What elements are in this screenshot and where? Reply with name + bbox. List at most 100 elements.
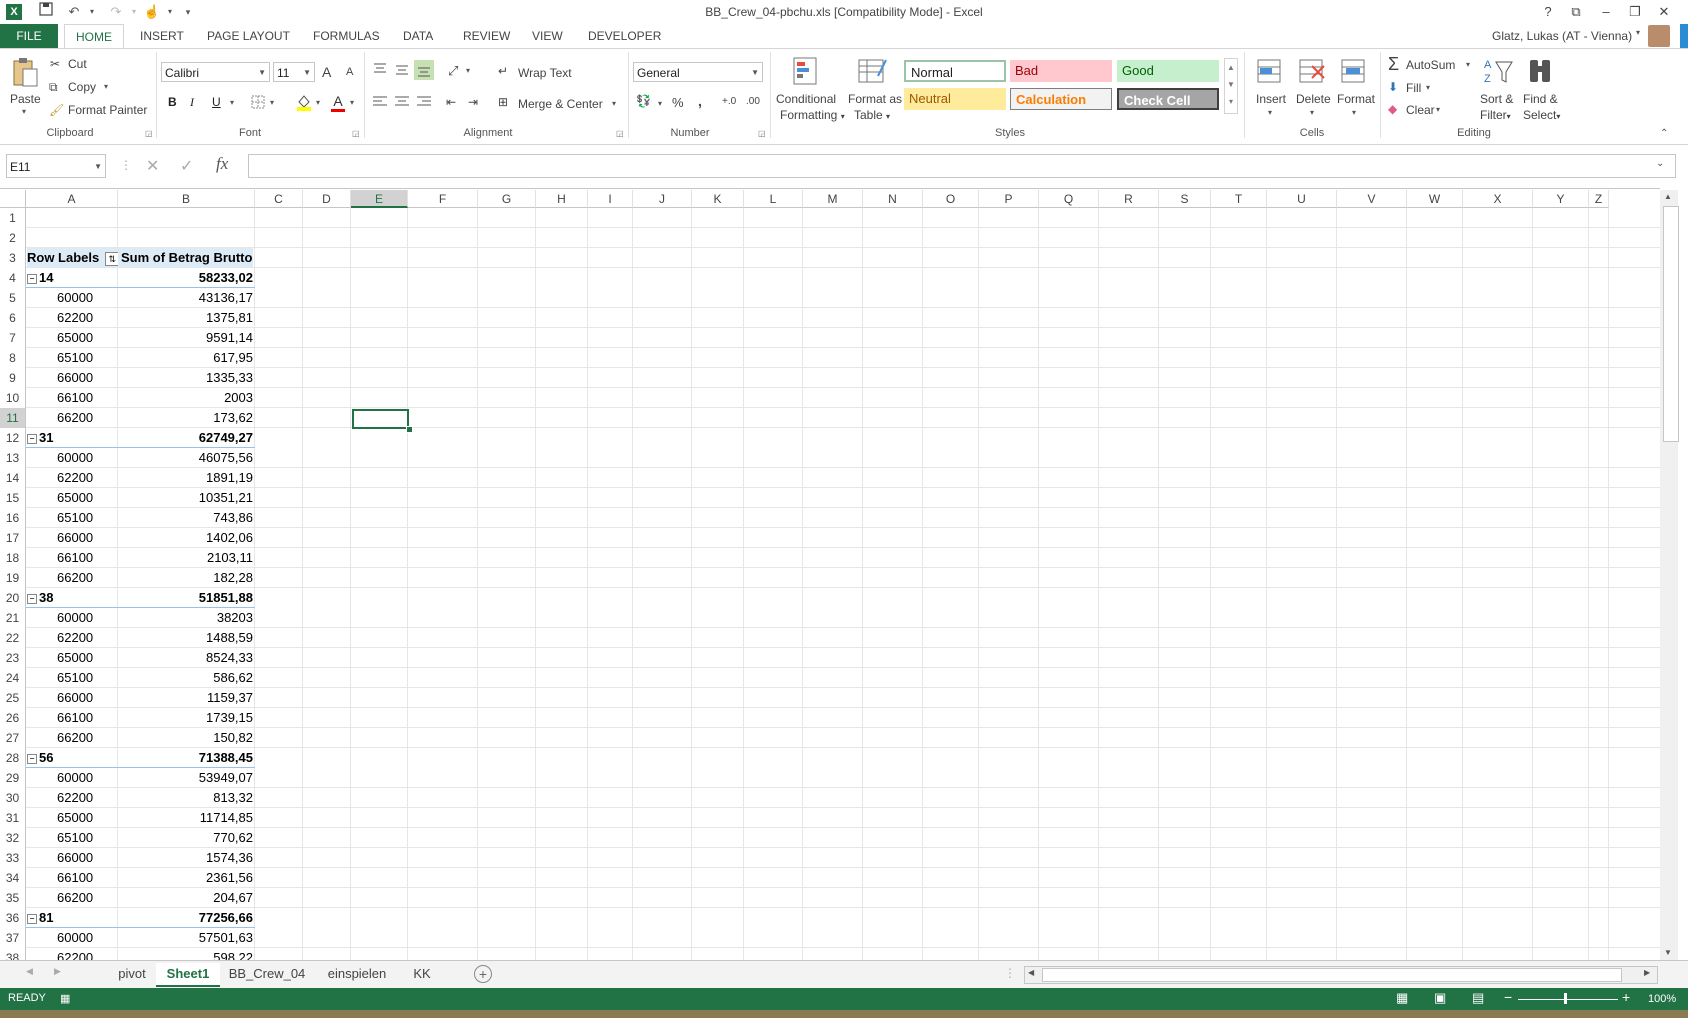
align-left-icon[interactable]: [372, 95, 388, 112]
column-header[interactable]: N: [863, 190, 923, 208]
cell-a[interactable]: −31: [27, 428, 117, 448]
tab-review[interactable]: REVIEW: [463, 24, 510, 48]
sheet-scroll-left-icon[interactable]: ◀: [26, 966, 33, 977]
orientation-dropdown-icon[interactable]: ▾: [466, 66, 470, 75]
tab-home[interactable]: HOME: [64, 24, 124, 50]
merge-center-button[interactable]: Merge & Center: [518, 97, 603, 111]
borders-dropdown-icon[interactable]: ▾: [270, 98, 274, 107]
cell-a[interactable]: 62200: [27, 788, 117, 808]
close-button[interactable]: ✕: [1650, 0, 1678, 24]
fill-handle[interactable]: [406, 426, 413, 433]
collapse-toggle-icon[interactable]: −: [27, 914, 37, 924]
zoom-slider[interactable]: [1518, 999, 1618, 1000]
clipboard-launcher-icon[interactable]: ◲: [145, 129, 153, 138]
row-header[interactable]: 30: [0, 788, 26, 808]
customize-qat-icon[interactable]: ▾: [178, 2, 198, 22]
scroll-down-icon[interactable]: ▼: [1664, 948, 1672, 957]
font-name-dropdown-icon[interactable]: ▼: [258, 63, 266, 83]
column-header[interactable]: I: [588, 190, 633, 208]
tab-split-grip-icon[interactable]: ⋮: [1004, 966, 1016, 980]
format-painter-button[interactable]: Format Painter: [68, 103, 147, 117]
sheet-scroll-right-icon[interactable]: ▶: [54, 966, 61, 977]
column-header[interactable]: E: [351, 190, 408, 208]
cell-b[interactable]: 10351,21: [118, 488, 253, 508]
avatar[interactable]: [1648, 25, 1670, 47]
cell-a[interactable]: 62200: [27, 308, 117, 328]
row-header[interactable]: 36: [0, 908, 26, 928]
macro-record-icon[interactable]: ▦: [60, 992, 70, 1005]
cell-b[interactable]: 1739,15: [118, 708, 253, 728]
cell-a[interactable]: −38: [27, 588, 117, 608]
row-header[interactable]: 24: [0, 668, 26, 688]
row-header[interactable]: 23: [0, 648, 26, 668]
increase-decimal-button[interactable]: +.0: [722, 96, 736, 107]
cell-a[interactable]: 66000: [27, 368, 117, 388]
font-size-combo[interactable]: 11 ▼: [273, 62, 315, 82]
tab-file[interactable]: FILE: [0, 24, 58, 48]
row-header[interactable]: 8: [0, 348, 26, 368]
sort-filter-button[interactable]: Sort &: [1480, 92, 1513, 106]
shrink-font-button[interactable]: A: [346, 66, 353, 78]
cell-b[interactable]: 8524,33: [118, 648, 253, 668]
column-header[interactable]: Z: [1589, 190, 1609, 208]
clear-icon[interactable]: ◆: [1388, 102, 1397, 116]
active-cell-selection[interactable]: [352, 409, 409, 429]
zoom-out-icon[interactable]: −: [1504, 989, 1512, 1005]
scroll-right-icon[interactable]: ▶: [1644, 968, 1650, 977]
accounting-format-icon[interactable]: 💱: [636, 94, 651, 108]
merge-dropdown-icon[interactable]: ▾: [612, 99, 616, 108]
cell-a[interactable]: 60000: [27, 448, 117, 468]
row-header[interactable]: 7: [0, 328, 26, 348]
fill-color-icon[interactable]: [296, 93, 312, 114]
cell-a[interactable]: [27, 228, 117, 248]
row-header[interactable]: 27: [0, 728, 26, 748]
column-header[interactable]: L: [744, 190, 803, 208]
cell-a[interactable]: 65000: [27, 808, 117, 828]
column-header[interactable]: K: [692, 190, 744, 208]
touch-mode-icon[interactable]: ☝: [142, 2, 162, 22]
format-as-table-button[interactable]: Format as: [848, 92, 902, 106]
cell-a[interactable]: 65100: [27, 668, 117, 688]
decrease-decimal-button[interactable]: .00: [746, 96, 760, 107]
font-launcher-icon[interactable]: ◲: [352, 129, 360, 138]
collapse-toggle-icon[interactable]: −: [27, 754, 37, 764]
horizontal-scroll-thumb[interactable]: [1042, 968, 1622, 982]
bold-button[interactable]: B: [168, 95, 177, 109]
insert-dropdown-icon[interactable]: ▾: [1268, 108, 1272, 117]
fill-color-dropdown-icon[interactable]: ▾: [316, 98, 320, 107]
number-launcher-icon[interactable]: ◲: [758, 129, 766, 138]
copy-icon[interactable]: ⧉: [49, 80, 58, 95]
row-header[interactable]: 15: [0, 488, 26, 508]
restore-button[interactable]: ❐: [1621, 0, 1649, 24]
cell-a[interactable]: Row Labels ⇅: [27, 248, 120, 268]
tab-page-layout[interactable]: PAGE LAYOUT: [207, 24, 290, 48]
row-header[interactable]: 10: [0, 388, 26, 408]
collapse-toggle-icon[interactable]: −: [27, 434, 37, 444]
format-cells-icon[interactable]: [1340, 56, 1368, 89]
cell-a[interactable]: 66100: [27, 708, 117, 728]
zoom-slider-thumb[interactable]: [1564, 993, 1567, 1004]
zoom-in-icon[interactable]: +: [1622, 989, 1630, 1005]
cell-b[interactable]: 586,62: [118, 668, 253, 688]
find-select-button[interactable]: Find &: [1523, 92, 1558, 106]
undo-dropdown-icon[interactable]: ▾: [82, 2, 102, 22]
row-header[interactable]: 14: [0, 468, 26, 488]
touch-dropdown-icon[interactable]: ▾: [160, 2, 180, 22]
cell-b[interactable]: 62749,27: [118, 428, 253, 448]
cell-b[interactable]: 150,82: [118, 728, 253, 748]
cell-a[interactable]: 65000: [27, 648, 117, 668]
style-check-cell[interactable]: Check Cell: [1117, 88, 1219, 110]
conditional-formatting-label2[interactable]: Formatting ▾: [780, 108, 845, 122]
row-header[interactable]: 20: [0, 588, 26, 608]
column-header[interactable]: R: [1099, 190, 1159, 208]
minimize-button[interactable]: –: [1592, 0, 1620, 24]
cell-a[interactable]: −56: [27, 748, 117, 768]
conditional-formatting-icon[interactable]: [790, 56, 822, 91]
collapse-ribbon-icon[interactable]: ⌃: [1660, 128, 1668, 139]
cell-b[interactable]: 1159,37: [118, 688, 253, 708]
cell-b[interactable]: 38203: [118, 608, 253, 628]
clear-dropdown-icon[interactable]: ▾: [1436, 105, 1440, 114]
tab-view[interactable]: VIEW: [532, 24, 563, 48]
column-header[interactable]: J: [633, 190, 692, 208]
grow-font-button[interactable]: A: [322, 64, 331, 80]
